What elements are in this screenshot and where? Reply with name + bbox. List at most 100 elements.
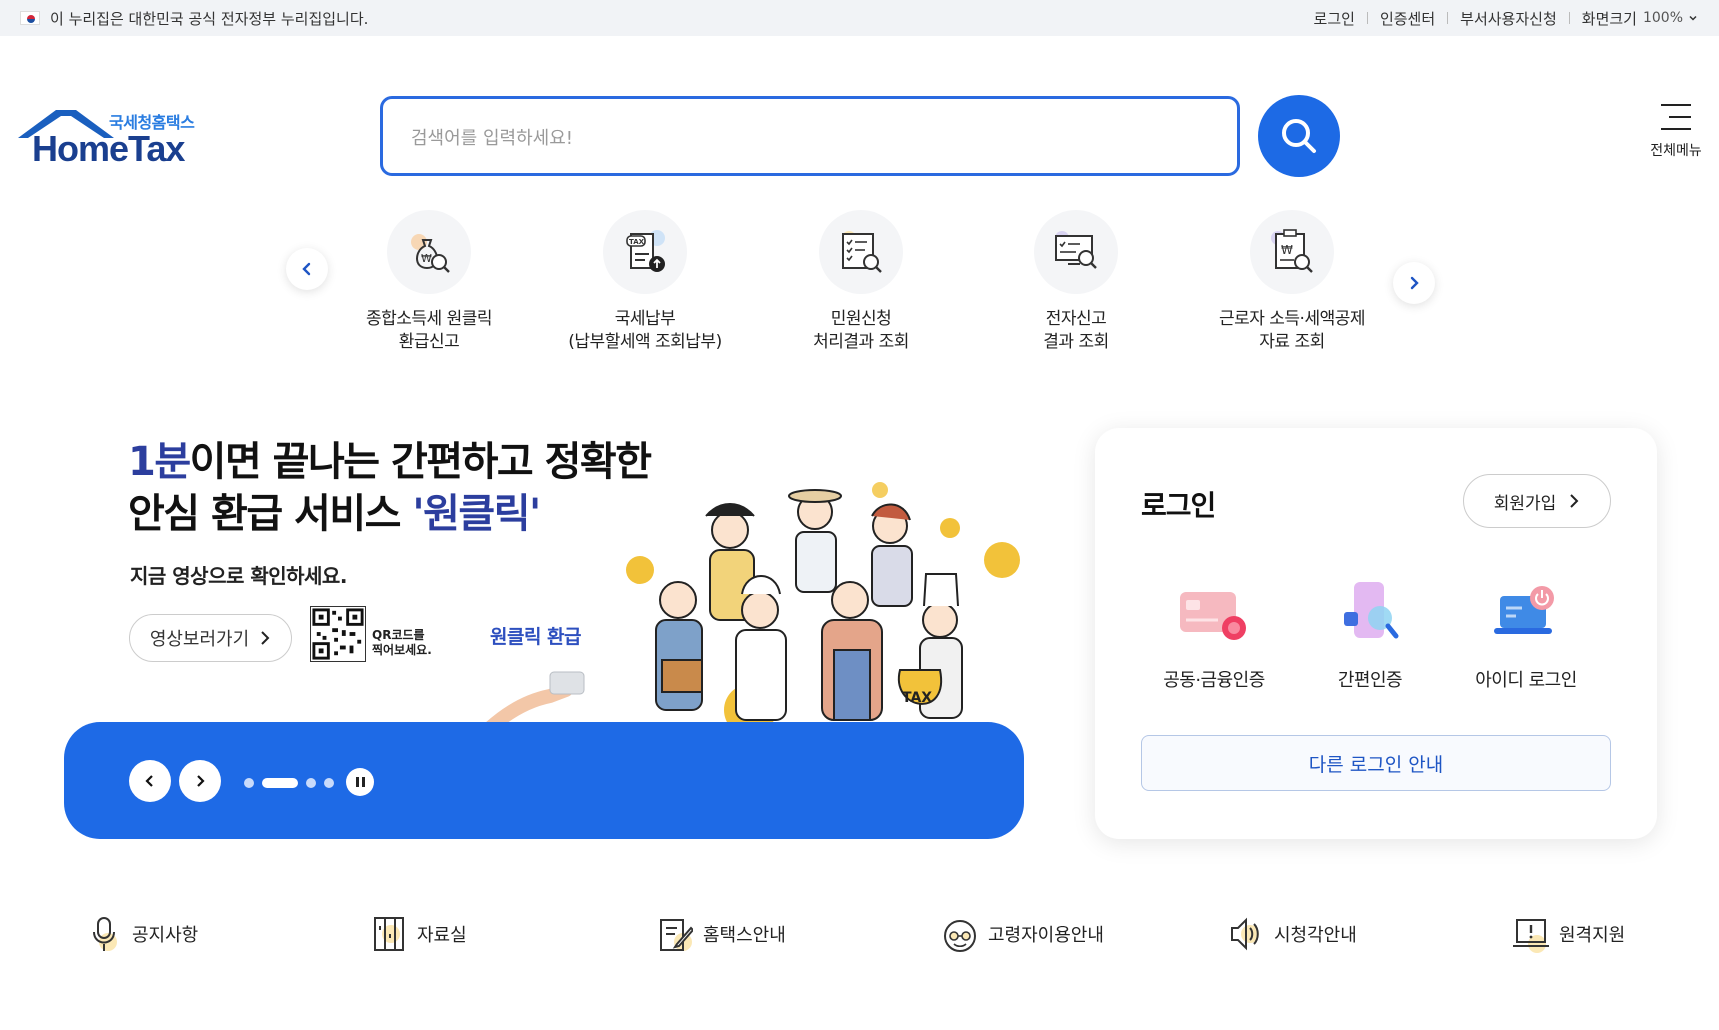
banner-page-dot[interactable] — [324, 778, 334, 788]
chevron-left-icon — [145, 775, 153, 787]
monitor-search-icon — [1034, 210, 1118, 294]
other-login-guide-button[interactable]: 다른 로그인 안내 — [1141, 735, 1611, 791]
quick-menu-item-e-filing[interactable]: 전자신고 결과 조회 — [976, 210, 1176, 354]
chevron-right-icon — [261, 631, 270, 645]
login-option-label: 간편인증 — [1337, 670, 1403, 691]
hand-click-illustration — [483, 671, 585, 730]
login-title: 로그인 — [1141, 489, 1216, 522]
banner-subtitle: 지금 영상으로 확인하세요. — [130, 564, 347, 588]
qr-code-icon — [310, 606, 366, 662]
divider — [1447, 12, 1449, 24]
search-icon — [1282, 119, 1316, 153]
svg-text:₩: ₩ — [421, 252, 432, 265]
banner-page-dot-active[interactable] — [262, 778, 298, 788]
search-box — [380, 96, 1240, 176]
quick-menu-item-tax-payment[interactable]: TAX 국세납부 (납부할세액 조회납부) — [545, 210, 745, 354]
elderly-face-icon — [944, 920, 976, 952]
gov-notice: 이 누리집은 대한민국 공식 전자정부 누리집입니다. — [20, 8, 368, 29]
banner-page-dot[interactable] — [244, 778, 254, 788]
money-bag-search-icon: ₩ — [387, 210, 471, 294]
quick-menu-item-income-deduction[interactable]: ₩ 근로자 소득·세액공제 자료 조회 — [1192, 210, 1392, 354]
search-input[interactable] — [411, 121, 1171, 155]
qr-caption: QR코드를 찍어보세요. — [372, 628, 432, 657]
bottom-menu-label: 고령자이용안내 — [988, 925, 1104, 946]
quick-menu-prev-button[interactable] — [286, 248, 328, 290]
archive-icon — [374, 917, 404, 951]
quick-menu-label: 민원신청 처리결과 조회 — [813, 309, 909, 352]
bottom-menu-notice[interactable]: 공지사항 — [86, 912, 198, 956]
pause-icon — [355, 777, 359, 787]
divider — [1366, 12, 1368, 24]
bottom-menu-label: 홈택스안내 — [703, 925, 786, 946]
watch-video-button[interactable]: 영상보러가기 — [129, 614, 292, 662]
joint-financial-cert-login[interactable]: 공동·금융인증 — [1134, 578, 1294, 692]
quick-menu-label: 종합소득세 원클릭 환급신고 — [365, 309, 493, 352]
utility-links: 로그인 인증센터 부서사용자신청 화면크기 100% — [1314, 8, 1699, 29]
banner-page-dot[interactable] — [306, 778, 316, 788]
bottom-menu-label: 자료실 — [417, 925, 467, 946]
gov-notice-text[interactable]: 이 누리집은 대한민국 공식 전자정부 누리집입니다. — [50, 8, 368, 29]
bottom-menu-elderly-guide[interactable]: 고령자이용안내 — [942, 912, 1104, 956]
chevron-right-icon — [1410, 276, 1419, 290]
quick-menu-label: 전자신고 결과 조회 — [1043, 309, 1109, 352]
login-panel: 로그인 회원가입 공동·금융인증 간편인증 아이디 로그인 다른 로그인 안내 — [1095, 428, 1657, 839]
signup-button[interactable]: 회원가입 — [1463, 474, 1611, 528]
korea-flag-icon — [20, 11, 40, 25]
chevron-right-icon — [1570, 494, 1579, 508]
clipboard-won-search-icon: ₩ — [1250, 210, 1334, 294]
search-button[interactable] — [1258, 95, 1340, 177]
simple-auth-login[interactable]: 간편인증 — [1290, 578, 1450, 692]
bottom-menu-label: 시청각안내 — [1274, 925, 1357, 946]
top-login-link[interactable]: 로그인 — [1314, 8, 1355, 29]
gov-notice-bar: 이 누리집은 대한민국 공식 전자정부 누리집입니다. 로그인 인증센터 부서사… — [0, 0, 1719, 36]
hometax-logo[interactable]: 국세청홈택스 HomeTax — [16, 106, 206, 170]
banner-prev-button[interactable] — [129, 760, 171, 802]
quick-menu-item-refund[interactable]: ₩ 종합소득세 원클릭 환급신고 — [329, 210, 529, 354]
hamburger-icon — [1661, 104, 1691, 130]
watch-video-label: 영상보러가기 — [149, 629, 250, 650]
bottom-menu-audiovisual-guide[interactable]: 시청각안내 — [1228, 912, 1357, 956]
chevron-right-icon — [197, 775, 205, 787]
login-option-label: 공동·금융인증 — [1163, 670, 1265, 691]
login-option-label: 아이디 로그인 — [1475, 670, 1577, 691]
all-menu-label: 전체메뉴 — [1650, 143, 1702, 159]
bottom-menu-label: 공지사항 — [132, 925, 199, 946]
quick-menu-next-button[interactable] — [1393, 262, 1435, 304]
quick-menu-label: 국세납부 (납부할세액 조회납부) — [568, 309, 722, 352]
certificate-card-icon — [1174, 578, 1254, 650]
all-menu-button[interactable]: 전체메뉴 — [1644, 104, 1708, 160]
remote-laptop-icon — [1513, 919, 1549, 953]
document-pen-icon — [660, 919, 693, 951]
microphone-icon — [93, 917, 117, 951]
taxpayers-illustration: TAX — [626, 482, 1020, 725]
chevron-down-icon[interactable] — [1687, 12, 1699, 24]
chevron-left-icon — [302, 262, 311, 276]
bottom-menu-remote-support[interactable]: 원격지원 — [1513, 912, 1625, 956]
bottom-menu-hometax-guide[interactable]: 홈택스안내 — [657, 912, 786, 956]
bottom-menu-label: 원격지원 — [1559, 925, 1626, 946]
phone-search-icon — [1330, 578, 1410, 650]
banner-next-button[interactable] — [179, 760, 221, 802]
banner-pause-button[interactable] — [346, 768, 374, 796]
top-dept-user-link[interactable]: 부서사용자신청 — [1460, 8, 1557, 29]
speaker-icon — [1231, 917, 1259, 951]
checklist-search-icon — [819, 210, 903, 294]
bottom-menu-archive[interactable]: 자료실 — [371, 912, 467, 956]
signup-label: 회원가입 — [1493, 493, 1557, 514]
search-bar — [380, 95, 1340, 177]
id-login[interactable]: 아이디 로그인 — [1446, 578, 1606, 692]
svg-text:TAX: TAX — [902, 690, 932, 706]
top-cert-center-link[interactable]: 인증센터 — [1380, 8, 1435, 29]
svg-text:₩: ₩ — [1281, 243, 1293, 257]
screen-size-label[interactable]: 화면크기 — [1582, 8, 1637, 29]
zoom-level[interactable]: 100% — [1643, 10, 1683, 26]
logo-text: HomeTax — [32, 128, 185, 169]
banner-title[interactable]: 1분이면 끝나는 간편하고 정확한 안심 환급 서비스 '원클릭' — [128, 436, 652, 540]
divider — [1568, 12, 1570, 24]
tax-document-upload-icon: TAX — [603, 210, 687, 294]
quick-menu-label: 근로자 소득·세액공제 자료 조회 — [1218, 309, 1366, 352]
oneclick-badge: 원클릭 환급 — [490, 626, 582, 648]
laptop-power-icon — [1486, 578, 1566, 650]
quick-menu-item-civil-request[interactable]: 민원신청 처리결과 조회 — [761, 210, 961, 354]
svg-text:TAX: TAX — [629, 238, 645, 246]
